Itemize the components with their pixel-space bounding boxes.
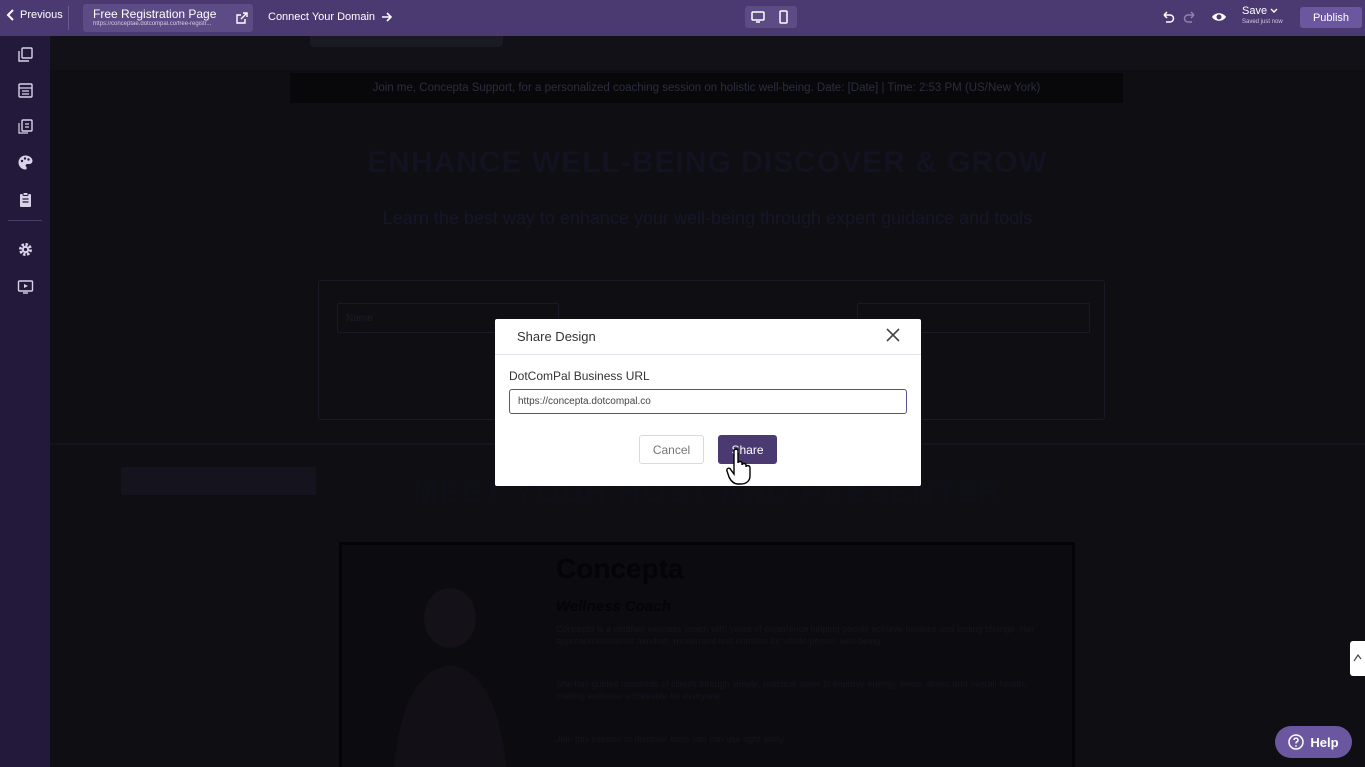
help-button[interactable]: Help <box>1275 726 1352 758</box>
hand-cursor-icon <box>726 448 751 485</box>
business-url-input[interactable] <box>509 389 907 414</box>
modal-title: Share Design <box>517 329 596 344</box>
side-panel-tab[interactable] <box>1350 641 1365 676</box>
modal-overlay: Share Design DotComPal Business URL Canc… <box>0 0 1365 767</box>
collapse-icon <box>1353 653 1362 662</box>
help-label: Help <box>1310 734 1339 750</box>
help-question-icon <box>1288 734 1305 750</box>
close-icon[interactable] <box>886 328 900 342</box>
cancel-button[interactable]: Cancel <box>639 435 704 464</box>
share-design-modal: Share Design DotComPal Business URL Canc… <box>495 319 921 486</box>
business-url-label: DotComPal Business URL <box>509 369 650 383</box>
modal-header: Share Design <box>495 319 921 355</box>
